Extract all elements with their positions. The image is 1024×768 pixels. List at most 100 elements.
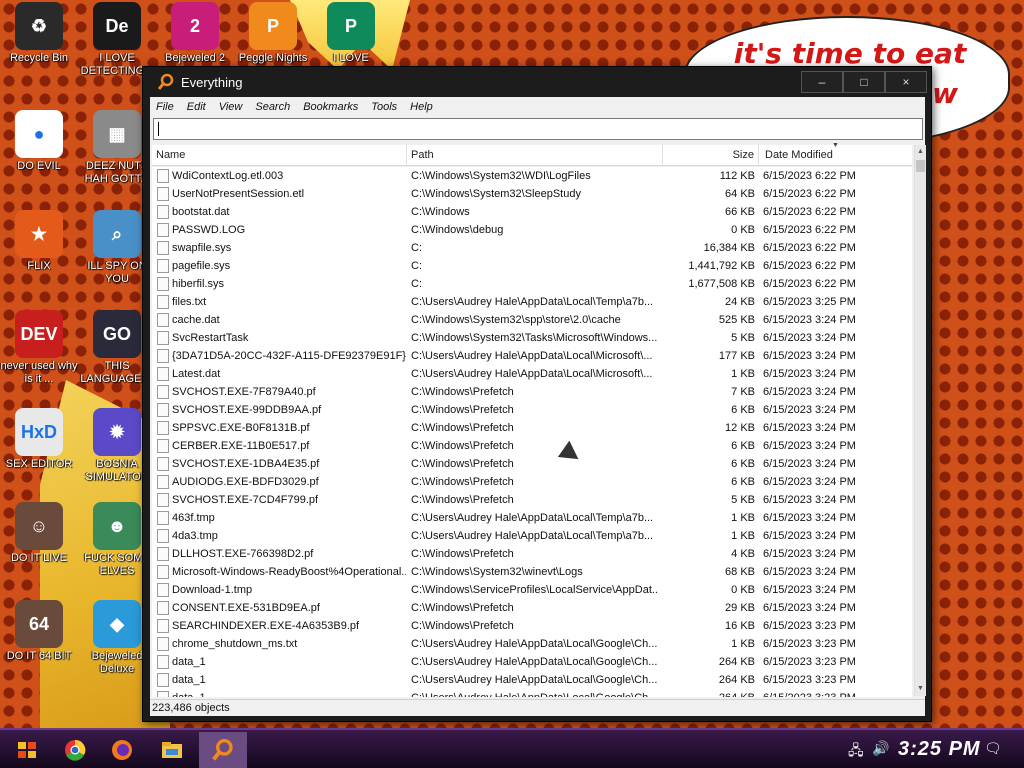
desktop-icon[interactable]: DEV never used why is it ... bbox=[0, 310, 78, 386]
column-header-name[interactable]: Name bbox=[152, 145, 407, 166]
table-row[interactable]: CONSENT.EXE-531BD9EA.pf C:\Windows\Prefet… bbox=[152, 599, 912, 617]
app-icon: ● bbox=[15, 110, 63, 158]
column-header-path[interactable]: Path bbox=[407, 145, 663, 166]
sort-descending-icon: ▼ bbox=[832, 142, 839, 149]
file-name: SVCHOST.EXE-7CD4F799.pf bbox=[172, 494, 319, 506]
taskbar-firefox[interactable] bbox=[105, 734, 139, 766]
desktop-icon[interactable]: ★ FLIX bbox=[0, 210, 78, 273]
notification-icon[interactable]: 🗨 bbox=[984, 740, 1002, 757]
maximize-button[interactable]: □ bbox=[843, 71, 885, 93]
table-row[interactable]: Download-1.tmp C:\Windows\ServiceProfiles… bbox=[152, 581, 912, 599]
file-size: 264 KB bbox=[718, 674, 755, 686]
volume-icon[interactable]: 🔊 bbox=[872, 740, 889, 757]
close-button[interactable]: × bbox=[885, 71, 927, 93]
table-row[interactable]: Microsoft-Windows-ReadyBoost%4Operationa… bbox=[152, 563, 912, 581]
list-header: Name Path Size Date Modified ▼ bbox=[152, 142, 912, 166]
table-row[interactable]: UserNotPresentSession.etl C:\Windows\Syst… bbox=[152, 185, 912, 203]
table-row[interactable]: data_1 C:\Users\Audrey Hale\AppData\Local… bbox=[152, 689, 912, 697]
file-size: 6 KB bbox=[731, 440, 755, 452]
table-row[interactable]: 4da3.tmp C:\Users\Audrey Hale\AppData\Loc… bbox=[152, 527, 912, 545]
table-row[interactable]: Latest.dat C:\Users\Audrey Hale\AppData\L… bbox=[152, 365, 912, 383]
desktop-icon-label: Peggle Nights bbox=[238, 52, 308, 64]
app-icon: HxD bbox=[15, 408, 63, 456]
vertical-scrollbar[interactable]: ▲ ▼ bbox=[914, 145, 926, 696]
table-row[interactable]: SVCHOST.EXE-7F879A40.pf C:\Windows\Prefet… bbox=[152, 383, 912, 401]
file-path: C:\Windows\Prefetch bbox=[411, 602, 514, 614]
file-icon bbox=[157, 205, 169, 219]
desktop-icon[interactable]: ☺ DO IT LIVE bbox=[0, 502, 78, 565]
file-date-modified: 6/15/2023 3:25 PM bbox=[763, 296, 856, 308]
table-row[interactable]: data_1 C:\Users\Audrey Hale\AppData\Local… bbox=[152, 671, 912, 689]
table-row[interactable]: DLLHOST.EXE-766398D2.pf C:\Windows\Prefet… bbox=[152, 545, 912, 563]
menu-search[interactable]: Search bbox=[255, 101, 290, 113]
scroll-down-icon[interactable]: ▼ bbox=[915, 682, 926, 696]
file-path: C:\Users\Audrey Hale\AppData\Local\Googl… bbox=[411, 638, 658, 650]
scroll-thumb[interactable] bbox=[916, 160, 925, 172]
table-row[interactable]: SVCHOST.EXE-1DBA4E35.pf C:\Windows\Prefet… bbox=[152, 455, 912, 473]
desktop-icon[interactable]: HxD SEX EDITOR bbox=[0, 408, 78, 471]
table-row[interactable]: SPPSVC.EXE-B0F8131B.pf C:\Windows\Prefetc… bbox=[152, 419, 912, 437]
menu-edit[interactable]: Edit bbox=[187, 101, 206, 113]
file-date-modified: 6/15/2023 3:23 PM bbox=[763, 620, 856, 632]
desktop-icon-label: DO IT 64 BIT bbox=[6, 650, 72, 662]
desktop-icon[interactable]: ● DO EVIL bbox=[0, 110, 78, 173]
file-icon bbox=[157, 367, 169, 381]
table-row[interactable]: SEARCHINDEXER.EXE-4A6353B9.pf C:\Windows\… bbox=[152, 617, 912, 635]
network-icon[interactable]: 🖧 bbox=[848, 740, 864, 764]
desktop-icon[interactable]: ♻ Recycle Bin bbox=[0, 2, 78, 65]
file-size: 5 KB bbox=[731, 332, 755, 344]
table-row[interactable]: {3DA71D5A-20CC-432F-A115-DFE92379E91F}..… bbox=[152, 347, 912, 365]
search-input[interactable] bbox=[153, 118, 923, 140]
column-header-size[interactable]: Size bbox=[663, 145, 759, 166]
table-row[interactable]: SvcRestartTask C:\Windows\System32\Tasks\… bbox=[152, 329, 912, 347]
file-icon bbox=[157, 169, 169, 183]
table-row[interactable]: data_1 C:\Users\Audrey Hale\AppData\Local… bbox=[152, 653, 912, 671]
file-name: AUDIODG.EXE-BDFD3029.pf bbox=[172, 476, 319, 488]
table-row[interactable]: pagefile.sys C: 1,441,792 KB 6/15/2023 6:22… bbox=[152, 257, 912, 275]
menu-bar: File Edit View Search Bookmarks Tools He… bbox=[150, 97, 925, 117]
start-button[interactable] bbox=[10, 734, 44, 766]
menu-file[interactable]: File bbox=[156, 101, 174, 113]
file-size: 16,384 KB bbox=[703, 242, 755, 254]
file-icon bbox=[157, 673, 169, 687]
file-path: C:\Windows\System32\WDI\LogFiles bbox=[411, 170, 591, 182]
table-row[interactable]: files.txt C:\Users\Audrey Hale\AppData\Lo… bbox=[152, 293, 912, 311]
file-name: SVCHOST.EXE-1DBA4E35.pf bbox=[172, 458, 320, 470]
table-row[interactable]: SVCHOST.EXE-7CD4F799.pf C:\Windows\Prefet… bbox=[152, 491, 912, 509]
file-path: C:\Windows\System32\SleepStudy bbox=[411, 188, 581, 200]
desktop-icon[interactable]: P I LOVE bbox=[312, 2, 390, 65]
file-date-modified: 6/15/2023 3:24 PM bbox=[763, 512, 856, 524]
table-row[interactable]: AUDIODG.EXE-BDFD3029.pf C:\Windows\Prefet… bbox=[152, 473, 912, 491]
file-icon bbox=[157, 349, 169, 363]
table-row[interactable]: WdiContextLog.etl.003 C:\Windows\System32… bbox=[152, 167, 912, 185]
taskbar-everything[interactable] bbox=[199, 732, 247, 768]
file-size: 1 KB bbox=[731, 512, 755, 524]
taskbar-chrome[interactable] bbox=[58, 734, 92, 766]
table-row[interactable]: CERBER.EXE-11B0E517.pf C:\Windows\Prefetc… bbox=[152, 437, 912, 455]
table-row[interactable]: chrome_shutdown_ms.txt C:\Users\Audrey Ha… bbox=[152, 635, 912, 653]
file-path: C:\Windows\Prefetch bbox=[411, 476, 514, 488]
table-row[interactable]: bootstat.dat C:\Windows 66 KB 6/15/2023 6:2… bbox=[152, 203, 912, 221]
file-size: 16 KB bbox=[725, 620, 755, 632]
table-row[interactable]: SVCHOST.EXE-99DDB9AA.pf C:\Windows\Prefet… bbox=[152, 401, 912, 419]
table-row[interactable]: PASSWD.LOG C:\Windows\debug 0 KB 6/15/2023 … bbox=[152, 221, 912, 239]
table-row[interactable]: hiberfil.sys C: 1,677,508 KB 6/15/2023 6:22… bbox=[152, 275, 912, 293]
menu-help[interactable]: Help bbox=[410, 101, 433, 113]
scroll-up-icon[interactable]: ▲ bbox=[915, 145, 926, 159]
table-row[interactable]: swapfile.sys C: 16,384 KB 6/15/2023 6:22 PM bbox=[152, 239, 912, 257]
table-row[interactable]: 463f.tmp C:\Users\Audrey Hale\AppData\Loc… bbox=[152, 509, 912, 527]
title-bar[interactable]: Everything – □ × bbox=[143, 67, 931, 97]
desktop-icon[interactable]: 2 Bejeweled 2 bbox=[156, 2, 234, 65]
table-row[interactable]: cache.dat C:\Windows\System32\spp\store\2… bbox=[152, 311, 912, 329]
desktop-icon[interactable]: 64 DO IT 64 BIT bbox=[0, 600, 78, 663]
taskbar-file-explorer[interactable] bbox=[155, 734, 189, 766]
clock[interactable]: 3:25 PM bbox=[898, 738, 981, 761]
desktop-icon[interactable]: P Peggle Nights bbox=[234, 2, 312, 65]
everything-icon bbox=[212, 739, 233, 761]
menu-view[interactable]: View bbox=[219, 101, 243, 113]
file-path: C:\Windows\System32\Tasks\Microsoft\Wind… bbox=[411, 332, 658, 344]
minimize-button[interactable]: – bbox=[801, 71, 843, 93]
menu-tools[interactable]: Tools bbox=[371, 101, 397, 113]
menu-bookmarks[interactable]: Bookmarks bbox=[303, 101, 358, 113]
results-list[interactable]: WdiContextLog.etl.003 C:\Windows\System32… bbox=[152, 167, 912, 697]
